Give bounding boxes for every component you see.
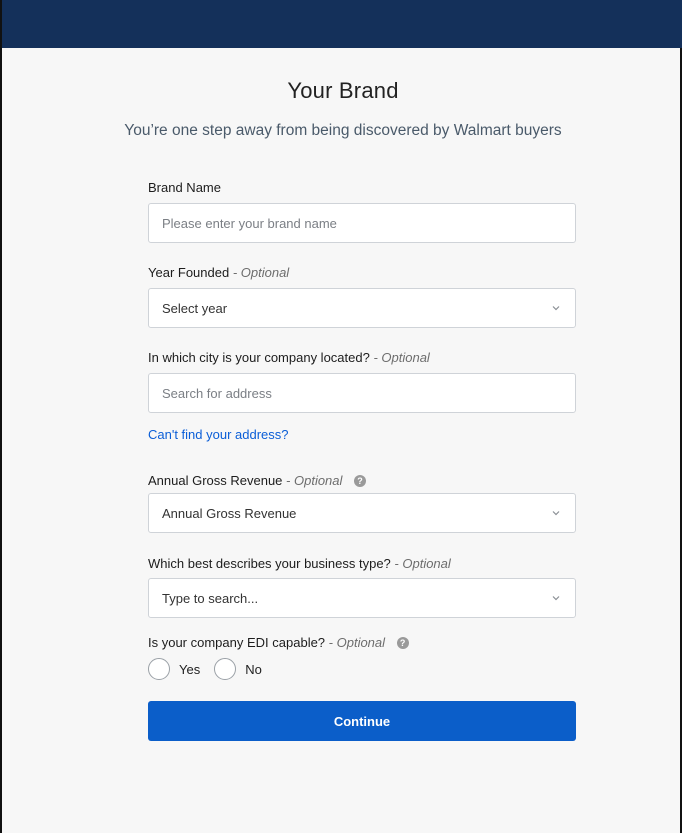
optional-tag: - Optional [373, 350, 430, 365]
chevron-down-icon [552, 511, 560, 516]
page-title: Your Brand [287, 78, 399, 103]
edi-label-text: Is your company EDI capable? [148, 635, 326, 650]
edi-yes-label[interactable]: Yes [179, 662, 200, 677]
year-founded-select[interactable]: Select year [148, 288, 576, 328]
edi-yes-radio[interactable] [148, 658, 170, 680]
business-type-label: Which best describes your business type?… [148, 556, 451, 571]
optional-tag: - Optional [286, 473, 343, 488]
revenue-select[interactable]: Annual Gross Revenue [148, 493, 576, 533]
city-placeholder: Search for address [162, 385, 272, 401]
city-label-text: In which city is your company located? [148, 350, 370, 365]
year-founded-label: Year Founded - Optional [148, 265, 289, 280]
optional-tag: - Optional [394, 556, 451, 571]
city-search-input[interactable]: Search for address [148, 373, 576, 413]
question-icon[interactable]: ? [354, 474, 367, 487]
question-icon[interactable]: ? [396, 636, 409, 649]
optional-tag: - Optional [328, 635, 386, 650]
revenue-label: Annual Gross Revenue - Optional ? [148, 473, 367, 488]
brand-name-label: Brand Name [148, 180, 221, 195]
brand-name-input[interactable]: Please enter your brand name [148, 203, 576, 243]
revenue-value: Annual Gross Revenue [162, 505, 297, 521]
cant-find-address-link[interactable]: Can't find your address? [148, 427, 289, 442]
business-type-value: Type to search... [162, 590, 259, 606]
edi-label: Is your company EDI capable? - Optional … [148, 635, 409, 650]
business-type-select[interactable]: Type to search... [148, 578, 576, 618]
page-frame: Your Brand You’re one step away from bei… [0, 0, 682, 833]
chevron-down-icon [552, 306, 560, 311]
edi-no-radio[interactable] [214, 658, 237, 680]
revenue-label-text: Annual Gross Revenue [148, 473, 283, 488]
edi-no-label[interactable]: No [245, 662, 262, 677]
business-type-label-text: Which best describes your business type? [148, 556, 391, 571]
optional-tag: - Optional [232, 265, 290, 280]
page-subtitle: You’re one step away from being discover… [124, 122, 562, 139]
chevron-down-icon [552, 596, 560, 601]
top-bar [2, 0, 682, 48]
brand-name-label-text: Brand Name [148, 180, 221, 195]
year-founded-value: Select year [162, 300, 228, 316]
brand-name-placeholder: Please enter your brand name [162, 215, 337, 231]
continue-button[interactable]: Continue [148, 701, 576, 741]
city-label: In which city is your company located? -… [148, 350, 430, 365]
edi-radio-group: Yes No [148, 658, 276, 680]
year-founded-label-text: Year Founded [148, 265, 230, 280]
